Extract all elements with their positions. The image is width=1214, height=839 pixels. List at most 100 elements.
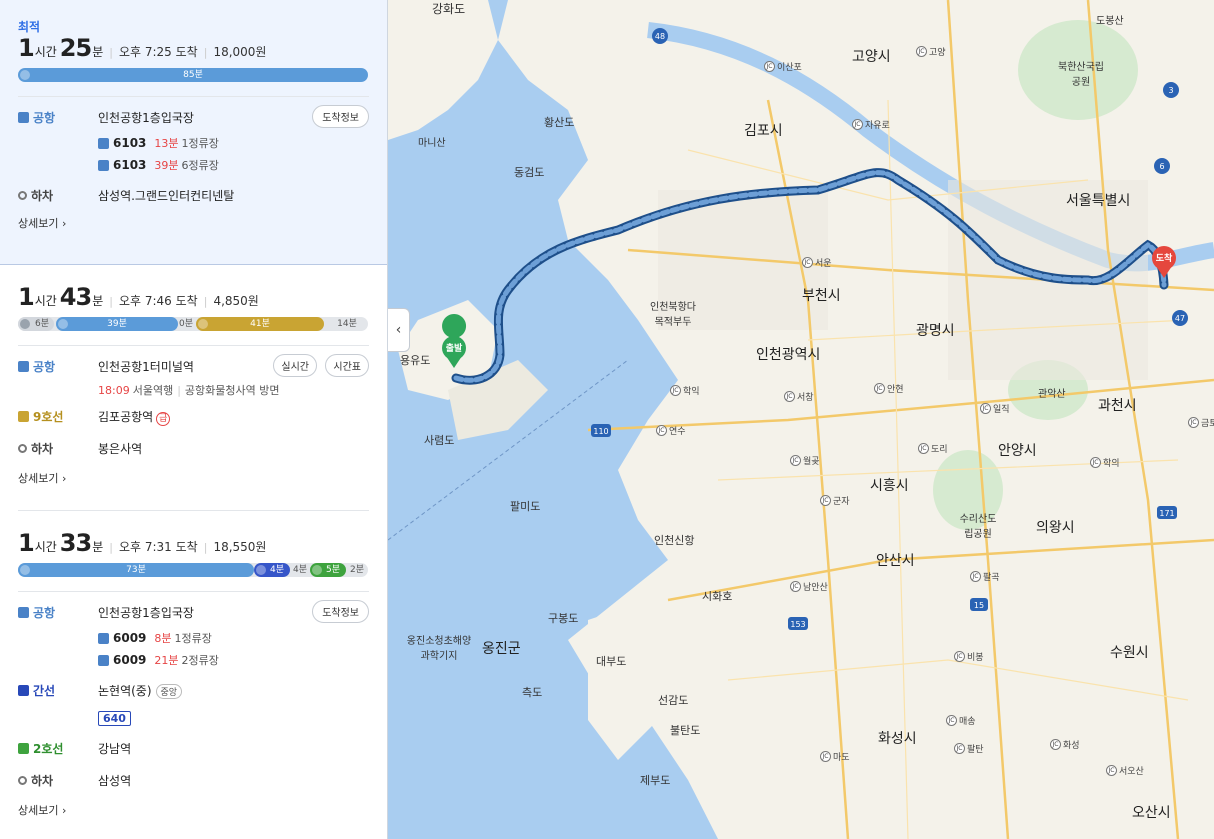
- place-label: 김포시: [744, 123, 783, 139]
- step-getoff: 하차 삼성역: [18, 772, 369, 794]
- junction-label: JC 매송: [946, 714, 976, 727]
- port-label: 인천신항: [654, 534, 695, 547]
- bus-icon: [256, 565, 266, 575]
- junction-label: JC 비봉: [954, 650, 984, 663]
- step-trunk-bus: 간선 논현역(중) 중앙: [18, 682, 369, 704]
- bus-line-badge[interactable]: 640: [98, 710, 131, 726]
- step-label-text: 하차: [31, 189, 54, 203]
- chevron-right-icon: ›: [61, 217, 67, 230]
- junction-name: 매송: [959, 717, 976, 727]
- wait-time: 8분: [154, 632, 172, 645]
- map-view[interactable]: 48 3 6 47 110 171 15 153 출발 도착 강화도 고양시 김…: [388, 0, 1214, 839]
- junction-icon: JC: [764, 61, 775, 72]
- junction-name: 연수: [669, 427, 686, 437]
- route-option-3[interactable]: 1 시간 33 분 | 오후 7:31 도착 | 18,550원 73분 4분 …: [0, 511, 387, 818]
- bus-icon: [18, 112, 29, 123]
- station-name-text: 김포공항역: [98, 410, 154, 424]
- place-label: 서울특별시: [1066, 193, 1131, 209]
- arrival-time: 오후 7:46 도착: [118, 294, 198, 308]
- junction-icon: JC: [656, 425, 667, 436]
- junction-icon: JC: [790, 455, 801, 466]
- step-label-text: 공항: [33, 111, 56, 125]
- junction-name: 자유로: [865, 121, 890, 131]
- detail-link[interactable]: 상세보기 ›: [18, 802, 369, 818]
- arrival-time: 오후 7:25 도착: [118, 45, 198, 59]
- junction-name: 도리: [931, 445, 948, 455]
- junction-label: JC 학익: [670, 384, 700, 397]
- port-label: 인천북항다목적부두: [650, 302, 696, 328]
- start-pin-label[interactable]: 출발: [442, 341, 466, 354]
- arrival-info-button[interactable]: 도착정보: [312, 105, 369, 128]
- bus-number[interactable]: 6009: [113, 631, 146, 645]
- fare: 18,000원: [213, 45, 267, 59]
- bus-number[interactable]: 6103: [113, 136, 146, 150]
- island-label: 용유도: [400, 354, 431, 367]
- arrival-time: 오후 7:31 도착: [118, 540, 198, 554]
- route-option-2[interactable]: 1 시간 43 분 | 오후 7:46 도착 | 4,850원 6분 39분 0…: [0, 265, 387, 510]
- junction-name: 안현: [887, 385, 904, 395]
- place-label: 의왕시: [1036, 520, 1075, 536]
- junction-name: 남안산: [803, 583, 828, 593]
- junction-label: JC 자유로: [852, 118, 890, 131]
- chevron-left-icon: ‹: [395, 322, 402, 338]
- hours-unit: 시간: [34, 540, 57, 554]
- divider: [18, 96, 369, 97]
- timetable-button[interactable]: 시간표: [325, 354, 369, 377]
- step-label-text: 간선: [33, 684, 56, 698]
- minutes-unit: 분: [92, 540, 104, 554]
- step-board: 공항 인천공항1터미널역 실시간 시간표: [18, 354, 369, 380]
- route-summary: 1 시간 43 분 | 오후 7:46 도착 | 4,850원: [18, 283, 369, 313]
- detail-link[interactable]: 상세보기 ›: [18, 215, 369, 231]
- map-canvas: 48 3 6 47 110 171 15 153: [388, 0, 1214, 839]
- route-summary: 1 시간 33 분 | 오후 7:31 도착 | 18,550원: [18, 529, 369, 559]
- end-pin-label[interactable]: 도착: [1152, 251, 1176, 264]
- bus-icon: [98, 159, 109, 171]
- junction-label: JC 팔곡: [970, 570, 1000, 583]
- junction-icon: JC: [820, 751, 831, 762]
- train-icon: [18, 411, 29, 422]
- route-option-1[interactable]: 최적 1 시간 25 분 | 오후 7:25 도착 | 18,000원 85분 …: [0, 0, 387, 265]
- step-label: 공항: [18, 604, 98, 621]
- minutes-unit: 분: [92, 294, 104, 308]
- detail-link[interactable]: 상세보기 ›: [18, 470, 369, 486]
- place-label: 과천시: [1098, 398, 1137, 414]
- step-label: 하차: [18, 187, 98, 204]
- place-label: 안산시: [876, 553, 915, 569]
- junction-label: JC 남안산: [790, 580, 828, 593]
- direction-extra: 공항화물청사역 방면: [184, 384, 280, 397]
- junction-name: 서창: [797, 393, 814, 403]
- minutes-unit: 분: [92, 45, 104, 59]
- bus-arrival-row: 6009 8분 1정류장: [98, 628, 369, 648]
- step-label: 하차: [18, 440, 98, 457]
- junction-icon: JC: [784, 391, 795, 402]
- place-label: 시흥시: [870, 478, 909, 494]
- junction-icon: JC: [1090, 457, 1101, 468]
- bus-segment: 73분: [18, 563, 254, 577]
- step-subway: 2호선 강남역: [18, 740, 369, 762]
- junction-name: 고양: [929, 48, 946, 58]
- junction-name: 학익: [683, 387, 700, 397]
- detail-link-text: 상세보기: [18, 217, 59, 230]
- duration-hours: 1: [18, 529, 35, 557]
- stops-away: 6정류장: [181, 159, 219, 172]
- bus-number[interactable]: 6103: [113, 158, 146, 172]
- arrival-info-button[interactable]: 도착정보: [312, 600, 369, 623]
- bus-icon: [20, 565, 30, 575]
- place-label: 부천시: [802, 288, 841, 304]
- bus-icon: [58, 319, 68, 329]
- separator: |: [203, 46, 208, 59]
- segment-label: 39분: [107, 319, 127, 329]
- train-icon: [198, 319, 208, 329]
- junction-label: JC 일직: [980, 402, 1010, 415]
- junction-label: JC 이산포: [764, 60, 802, 73]
- junction-name: 군자: [833, 497, 850, 507]
- collapse-panel-button[interactable]: ‹: [388, 308, 410, 352]
- segment-label: 5분: [325, 565, 340, 575]
- facility-label: 옹진소청초해양과학기지: [406, 636, 472, 662]
- mountain-label: 도봉산: [1096, 16, 1124, 27]
- realtime-button[interactable]: 실시간: [273, 354, 317, 377]
- segment-bar: 73분 4분 4분 5분 2분: [18, 563, 369, 577]
- junction-label: JC 서오산: [1106, 764, 1144, 777]
- bus-number[interactable]: 6009: [113, 653, 146, 667]
- direction: 서울역행: [132, 384, 174, 397]
